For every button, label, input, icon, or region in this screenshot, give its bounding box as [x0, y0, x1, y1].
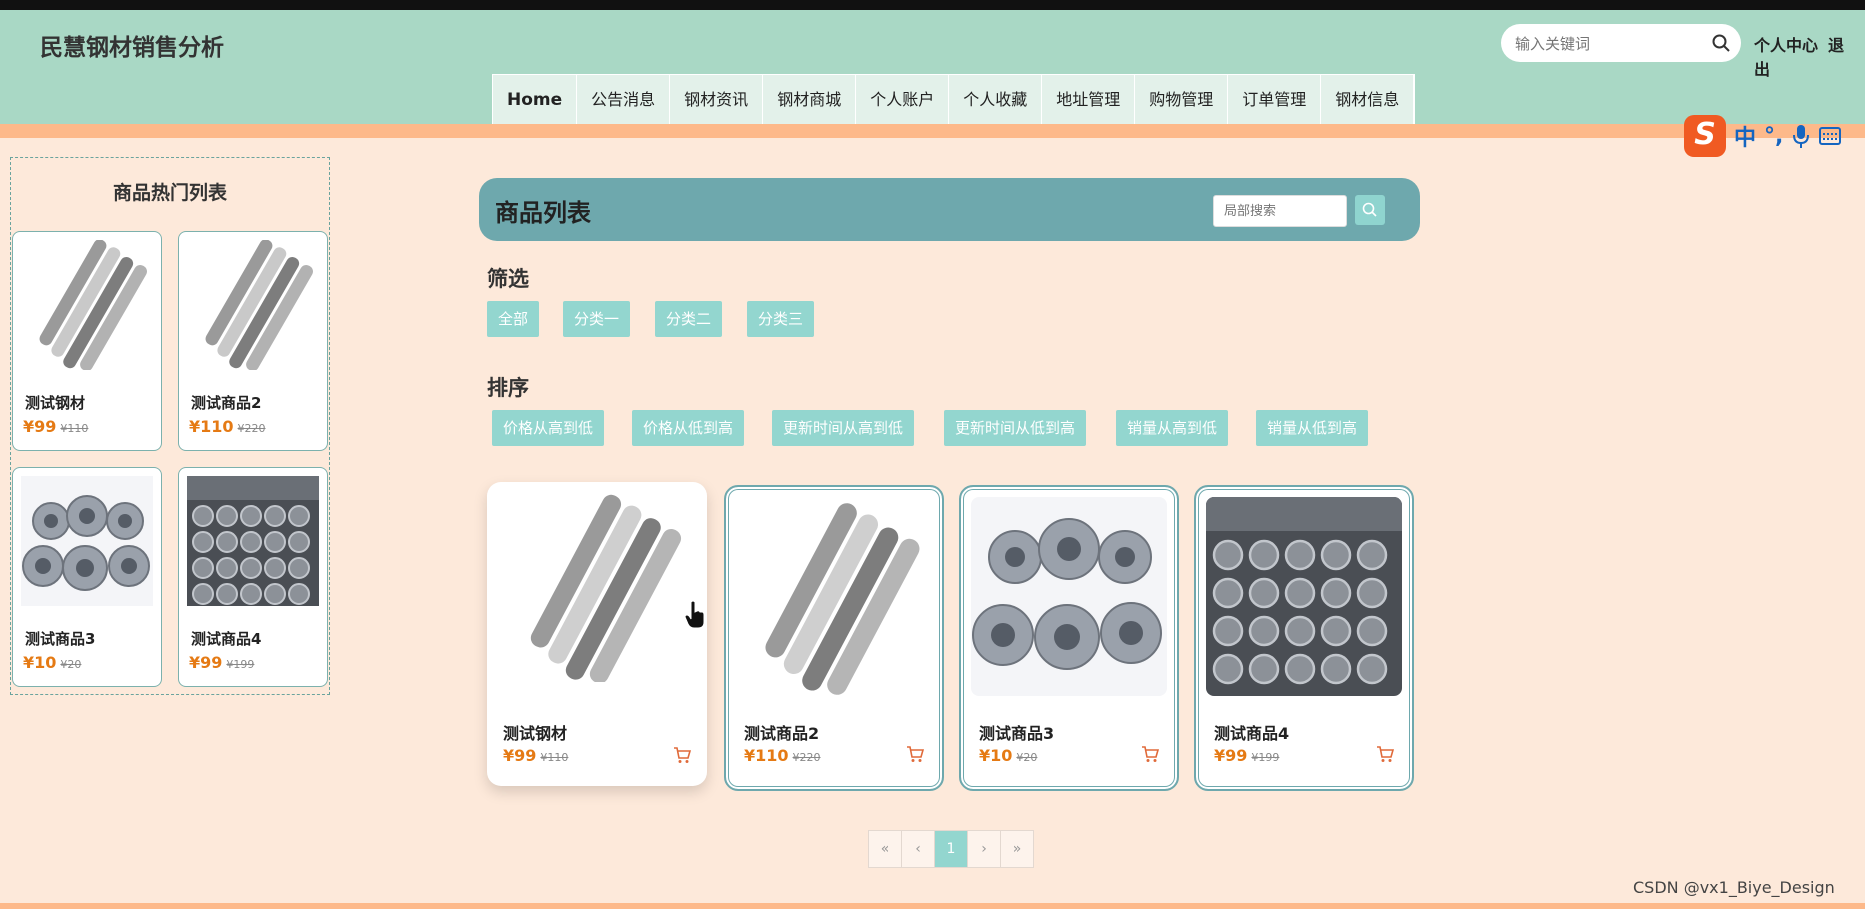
nav-steel-info[interactable]: 钢材信息	[1321, 75, 1415, 125]
steel-bars-image	[736, 497, 932, 696]
hot-product-name: 测试商品3	[25, 630, 96, 648]
microphone-icon[interactable]	[1791, 123, 1811, 149]
product-price: ¥110 ¥220	[744, 746, 821, 765]
product-price: ¥10 ¥20	[979, 746, 1038, 765]
pagination: « ‹ 1 › »	[868, 830, 1034, 868]
hot-product-price: ¥110 ¥220	[189, 417, 266, 436]
sort-price-asc[interactable]: 价格从低到高	[632, 410, 745, 446]
local-search	[1213, 195, 1347, 227]
pager-current[interactable]: 1	[935, 831, 968, 867]
product-name: 测试商品4	[1214, 724, 1290, 743]
product-name: 测试商品3	[979, 724, 1055, 743]
local-search-input[interactable]	[1222, 196, 1342, 226]
hot-product-price: ¥10 ¥20	[23, 653, 82, 672]
product-name: 测试商品2	[744, 724, 820, 743]
cart-icon[interactable]	[906, 745, 924, 763]
sort-price-desc[interactable]: 价格从高到低	[492, 410, 605, 446]
search-icon	[1362, 202, 1377, 217]
keyboard-icon[interactable]	[1819, 126, 1842, 146]
hot-product-name: 测试商品4	[191, 630, 262, 648]
pager-first[interactable]: «	[869, 831, 902, 867]
filter-label: 筛选	[487, 267, 529, 291]
nav-cart[interactable]: 购物管理	[1135, 75, 1229, 125]
nav-steel-news[interactable]: 钢材资讯	[670, 75, 764, 125]
filter-category-1[interactable]: 分类一	[563, 301, 631, 337]
sogou-logo-icon[interactable]: S	[1684, 115, 1726, 157]
hot-products-panel: 商品热门列表 测试钢材 ¥99 ¥110 测试商品2 ¥110 ¥220 测试商…	[10, 157, 330, 695]
hot-product-name: 测试商品2	[191, 394, 262, 412]
pager-prev[interactable]: ‹	[902, 831, 935, 867]
pager-last[interactable]: »	[1001, 831, 1033, 867]
user-center-link[interactable]: 个人中心	[1754, 36, 1818, 55]
global-search	[1501, 24, 1741, 62]
hot-product-card[interactable]: 测试钢材 ¥99 ¥110	[12, 231, 162, 451]
local-search-button[interactable]	[1355, 195, 1385, 225]
sort-sales-desc[interactable]: 销量从高到低	[1116, 410, 1229, 446]
hot-product-card[interactable]: 测试商品4 ¥99 ¥199	[178, 467, 328, 687]
pager-next[interactable]: ›	[968, 831, 1001, 867]
sort-updated-asc[interactable]: 更新时间从低到高	[944, 410, 1087, 446]
user-links: 个人中心 退出	[1754, 32, 1865, 80]
product-card[interactable]: 测试商品2 ¥110 ¥220	[724, 485, 944, 791]
hot-product-card[interactable]: 测试商品3 ¥10 ¥20	[12, 467, 162, 687]
product-price: ¥99 ¥110	[503, 746, 569, 765]
filter-category-2[interactable]: 分类二	[655, 301, 723, 337]
video-title-bar	[0, 0, 1865, 10]
ime-lang[interactable]: 中	[1734, 120, 1756, 152]
hot-product-card[interactable]: 测试商品2 ¥110 ¥220	[178, 231, 328, 451]
filter-category-3[interactable]: 分类三	[747, 301, 815, 337]
nav-home[interactable]: Home	[493, 75, 578, 125]
main-nav: Home 公告消息 钢材资讯 钢材商城 个人账户 个人收藏 地址管理 购物管理 …	[492, 74, 1416, 126]
sort-updated-desc[interactable]: 更新时间从高到低	[772, 410, 915, 446]
global-search-input[interactable]	[1513, 32, 1707, 56]
nav-address[interactable]: 地址管理	[1042, 75, 1136, 125]
product-name: 测试钢材	[503, 724, 568, 743]
nav-steel-mall[interactable]: 钢材商城	[763, 75, 857, 125]
ime-punct[interactable]: °,	[1764, 124, 1783, 149]
header-divider	[0, 124, 1865, 138]
sort-label: 排序	[487, 376, 529, 400]
nav-orders[interactable]: 订单管理	[1228, 75, 1322, 125]
cart-icon[interactable]	[673, 746, 691, 764]
steel-coils-image	[971, 497, 1167, 696]
steel-coils-image	[21, 476, 153, 606]
brand-title: 民慧钢材销售分析	[40, 35, 224, 61]
cart-icon[interactable]	[1141, 745, 1159, 763]
steel-pipes-image	[187, 476, 319, 606]
hot-product-price: ¥99 ¥110	[23, 417, 89, 436]
nav-favorites[interactable]: 个人收藏	[949, 75, 1043, 125]
search-icon[interactable]	[1711, 33, 1731, 53]
hand-cursor-icon	[684, 600, 705, 629]
nav-account[interactable]: 个人账户	[856, 75, 950, 125]
steel-bars-image	[187, 240, 319, 370]
nav-announcements[interactable]: 公告消息	[577, 75, 671, 125]
steel-bars-image	[501, 494, 693, 682]
hot-product-name: 测试钢材	[25, 394, 86, 412]
product-card[interactable]: 测试钢材 ¥99 ¥110	[487, 482, 707, 786]
cart-icon[interactable]	[1376, 745, 1394, 763]
steel-bars-image	[21, 240, 153, 370]
hot-product-price: ¥99 ¥199	[189, 653, 255, 672]
watermark: CSDN @vx1_Biye_Design	[1633, 878, 1835, 897]
product-card[interactable]: 测试商品4 ¥99 ¥199	[1194, 485, 1414, 791]
product-price: ¥99 ¥199	[1214, 746, 1280, 765]
product-list-header: 商品列表	[479, 178, 1420, 241]
hot-products-title: 商品热门列表	[112, 182, 227, 204]
product-card[interactable]: 测试商品3 ¥10 ¥20	[959, 485, 1179, 791]
product-list-title: 商品列表	[495, 199, 591, 227]
header: 民慧钢材销售分析 个人中心退出 Home 公告消息 钢材资讯 钢材商城 个人账户…	[0, 10, 1865, 126]
filter-all[interactable]: 全部	[487, 301, 540, 337]
ime-toolbar: S 中 °,	[1684, 114, 1865, 158]
sort-sales-asc[interactable]: 销量从低到高	[1256, 410, 1369, 446]
footer-band	[0, 903, 1865, 909]
steel-pipes-image	[1206, 497, 1402, 696]
